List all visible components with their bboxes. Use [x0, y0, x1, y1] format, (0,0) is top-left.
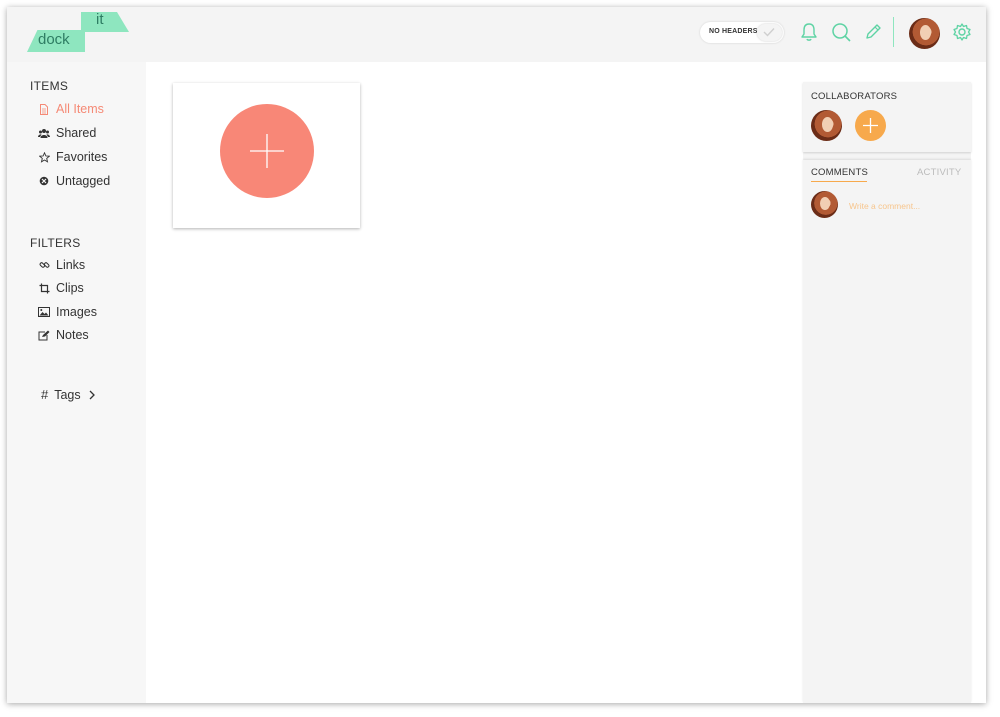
sidebar-item-shared[interactable]: Shared: [38, 124, 96, 142]
star-icon: [38, 151, 50, 163]
add-item-button[interactable]: [220, 104, 314, 198]
active-tab-indicator: [811, 181, 867, 182]
filter-label: Images: [56, 305, 97, 319]
sidebar-item-label: Favorites: [56, 150, 108, 164]
plus-icon: [250, 134, 284, 168]
filter-clips[interactable]: Clips: [38, 279, 84, 297]
items-section-title: ITEMS: [30, 79, 69, 93]
toggle-knob[interactable]: [757, 24, 782, 41]
no-headers-toggle[interactable]: NO HEADERS: [700, 22, 784, 43]
tab-comments[interactable]: COMMENTS: [811, 167, 868, 178]
header-divider: [893, 17, 894, 47]
filters-section-title: FILTERS: [30, 236, 81, 250]
chevron-right-icon: [89, 390, 95, 399]
filter-label: Notes: [56, 328, 89, 342]
add-collaborator-button[interactable]: [855, 110, 886, 141]
filter-notes[interactable]: Notes: [38, 326, 89, 344]
filter-images[interactable]: Images: [38, 303, 97, 321]
image-icon: [38, 307, 50, 317]
plus-icon: [863, 118, 878, 133]
avatar-face: [821, 117, 833, 133]
logo[interactable]: it dock: [7, 7, 147, 62]
document-icon: [38, 103, 50, 115]
sidebar-item-label: All Items: [56, 102, 104, 116]
sidebar: ITEMS All Items Shared Favorites Untagge…: [7, 62, 146, 703]
logo-dock-text: dock: [38, 31, 70, 48]
toggle-label: NO HEADERS: [709, 28, 758, 35]
collaborator-avatar[interactable]: [811, 110, 842, 141]
comments-card: COMMENTS ACTIVITY: [803, 160, 971, 703]
sidebar-item-all-items[interactable]: All Items: [38, 100, 104, 118]
sidebar-item-label: Shared: [56, 126, 97, 140]
hash-icon: #: [41, 387, 49, 402]
crop-icon: [38, 283, 50, 294]
check-icon: [763, 28, 775, 37]
tab-activity[interactable]: ACTIVITY: [917, 167, 961, 178]
filter-label: Clips: [56, 281, 84, 295]
search-icon[interactable]: [830, 21, 852, 43]
gear-icon[interactable]: [951, 21, 973, 43]
collaborators-card: COLLABORATORS: [803, 82, 971, 152]
collaborators-title: COLLABORATORS: [811, 91, 898, 102]
sidebar-item-label: Untagged: [56, 174, 111, 188]
top-bar: it dock NO HEADERS: [7, 7, 986, 62]
comment-input[interactable]: [849, 198, 961, 214]
logo-it-text: it: [96, 11, 104, 28]
edit-icon: [38, 330, 50, 341]
avatar-face: [919, 25, 931, 41]
logo-it-block: [81, 12, 129, 32]
comment-avatar: [811, 191, 838, 218]
filter-links[interactable]: Links: [38, 256, 85, 274]
right-panel: COLLABORATORS COMMENTS ACTIVITY: [803, 82, 971, 703]
tags-label: Tags: [54, 387, 81, 402]
sidebar-tags[interactable]: # Tags: [41, 387, 95, 402]
filter-label: Links: [56, 258, 86, 272]
link-icon: [38, 260, 50, 271]
sidebar-item-untagged[interactable]: Untagged: [38, 172, 110, 190]
sidebar-item-favorites[interactable]: Favorites: [38, 148, 107, 166]
avatar-face: [820, 197, 830, 211]
app-window: it dock NO HEADERS ITEMS All Items Share…: [7, 7, 986, 703]
user-avatar[interactable]: [909, 18, 940, 49]
pencil-icon[interactable]: [862, 21, 884, 43]
bell-icon[interactable]: [798, 21, 820, 43]
users-icon: [38, 128, 50, 138]
untagged-icon: [38, 176, 50, 186]
add-item-card: [173, 83, 360, 228]
